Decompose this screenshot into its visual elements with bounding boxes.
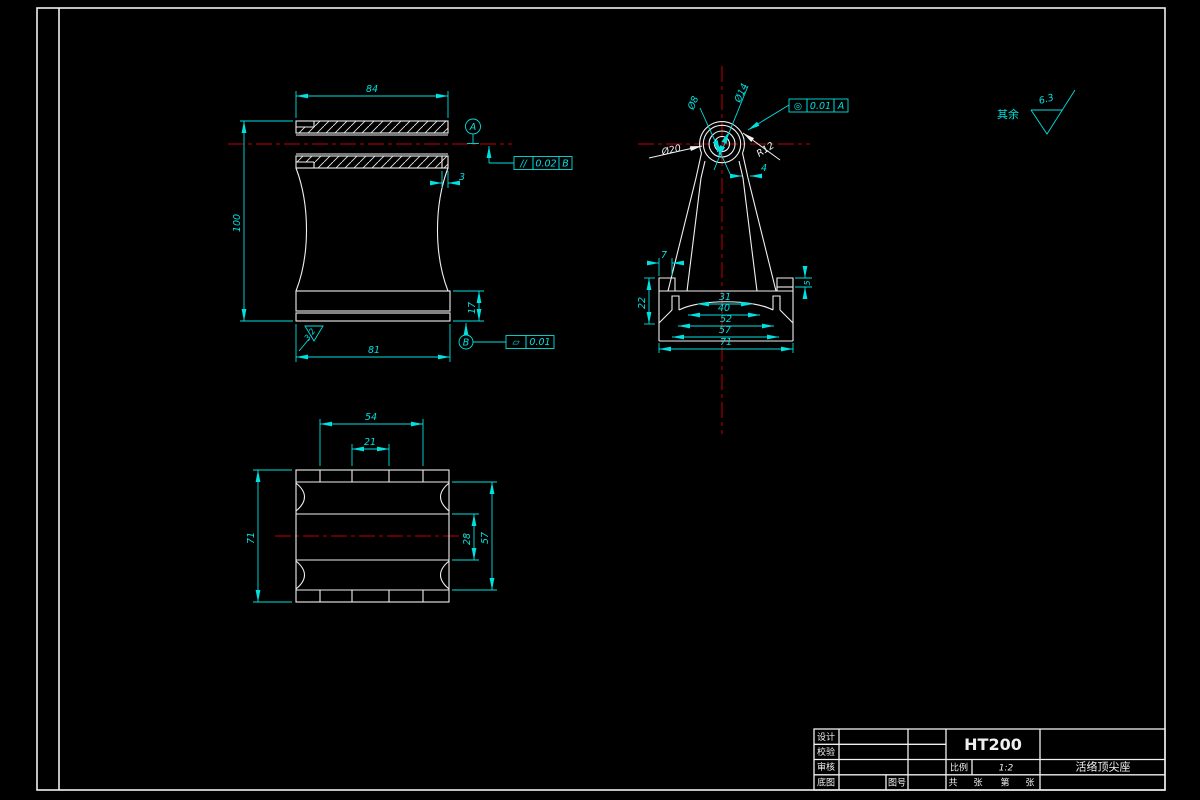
datum-b-label: B xyxy=(463,338,470,349)
dim-base-width: 81 xyxy=(368,345,380,356)
waist-arc-lr xyxy=(439,560,450,590)
flatness-value: 0.01 xyxy=(529,337,550,348)
scale-value: 1:2 xyxy=(999,764,1014,774)
front-view: 84 100 81 17 3 A // 0.02 B B ▱ 0.01 3.2 xyxy=(232,84,573,362)
concentricity-value: 0.01 xyxy=(810,101,831,112)
part-name: 活络顶尖座 xyxy=(1076,760,1131,774)
titleblock-row4-label: 底图 xyxy=(817,777,835,789)
waist-arc-ul xyxy=(295,482,306,512)
bottom-view-dimensions: 54 21 71 28 57 xyxy=(246,412,497,603)
titleblock-row3-label: 审核 xyxy=(817,761,835,773)
datum-a: A xyxy=(465,118,481,144)
hatch-base xyxy=(295,290,451,312)
side-view: 7 22 5 4 31 40 52 57 71 Ø14 Ø8 Ø20 R12 ◎… xyxy=(637,82,849,353)
hatch-lower-wall xyxy=(296,156,448,168)
hatch-upper-wall xyxy=(296,121,448,133)
general-roughness-note: 其余 6.3 xyxy=(997,89,1076,135)
general-note-label: 其余 xyxy=(997,107,1019,121)
dim-channel-3: 57 xyxy=(719,325,731,336)
dim-bv-height: 71 xyxy=(246,532,257,544)
parallelism-datum: B xyxy=(562,159,569,170)
scale-label: 比例 xyxy=(950,762,968,774)
sheet-no-label: 第 xyxy=(1000,777,1009,789)
bottom-view: 54 21 71 28 57 xyxy=(246,412,497,603)
dim-base-height2: 22 xyxy=(637,297,648,309)
titleblock-row1-label: 设计 xyxy=(817,731,835,743)
sheet-no-unit: 张 xyxy=(1025,778,1034,789)
parallelism-value: 0.02 xyxy=(535,159,556,170)
dim-wall: 4 xyxy=(761,163,767,174)
concentricity-callout: ◎ 0.01 A xyxy=(747,98,849,131)
dim-slot: 31 xyxy=(719,292,731,303)
dim-rim: 5 xyxy=(803,280,812,285)
cone-right-inner xyxy=(738,160,758,292)
cone-left-inner xyxy=(686,160,706,292)
concentricity-datum: A xyxy=(837,101,845,112)
dim-front-width: 84 xyxy=(366,84,378,95)
dim-tab-inner: 21 xyxy=(364,437,376,448)
concentricity-symbol: ◎ xyxy=(794,101,802,112)
flatness-symbol: ▱ xyxy=(512,337,520,348)
dim-base-width2: 71 xyxy=(720,337,732,348)
cad-drawing-canvas[interactable]: 84 100 81 17 3 A // 0.02 B B ▱ 0.01 3.2 … xyxy=(0,0,1200,800)
titleblock-row4b-label: 图号 xyxy=(888,778,906,789)
title-block: 设计 校验 审核 底图 图号 HT200 比例 1:2 活络顶尖座 共 张 第 … xyxy=(813,728,1166,791)
waist-arc-ur xyxy=(439,482,450,512)
sheet-total-label: 共 xyxy=(948,778,957,789)
dim-channel-1: 40 xyxy=(718,303,730,314)
body-left-curve xyxy=(295,167,308,292)
dim-front-height: 100 xyxy=(232,214,243,232)
material-spec: HT200 xyxy=(964,735,1022,754)
cone-left-outer xyxy=(667,152,703,292)
body-right-curve xyxy=(436,167,449,292)
waist-arc-ll xyxy=(295,560,306,590)
sheet-total-unit: 张 xyxy=(973,778,982,789)
flatness-callout: B ▱ 0.01 xyxy=(458,323,555,350)
dim-step: 3 xyxy=(459,172,465,183)
dim-bv-mid: 28 xyxy=(462,533,473,545)
dim-ear: 7 xyxy=(661,250,667,261)
dim-bv-flange: 57 xyxy=(480,532,491,544)
parallelism-callout: // 0.02 B xyxy=(486,146,573,170)
dim-bore-small: Ø8 xyxy=(686,95,702,113)
titleblock-row2-label: 校验 xyxy=(817,746,835,758)
datum-a-label: A xyxy=(469,122,477,133)
general-roughness-value: 6.3 xyxy=(1038,92,1055,107)
cad-drawing: 84 100 81 17 3 A // 0.02 B B ▱ 0.01 3.2 … xyxy=(36,7,1166,791)
dim-tab-outer: 54 xyxy=(365,412,377,423)
parallelism-symbol: // xyxy=(519,159,528,170)
dim-radius: R12 xyxy=(755,140,777,159)
dim-base-height: 17 xyxy=(467,302,478,314)
dim-bore: Ø14 xyxy=(732,82,750,105)
dim-outer: Ø20 xyxy=(660,143,683,159)
side-view-dimensions: 7 22 5 4 31 40 52 57 71 Ø14 Ø8 Ø20 R12 xyxy=(637,82,812,353)
sheet-border xyxy=(36,7,1166,791)
roughness-base: 3.2 xyxy=(298,325,324,352)
cone-right-outer xyxy=(741,152,777,292)
dim-channel-2: 52 xyxy=(720,314,732,325)
